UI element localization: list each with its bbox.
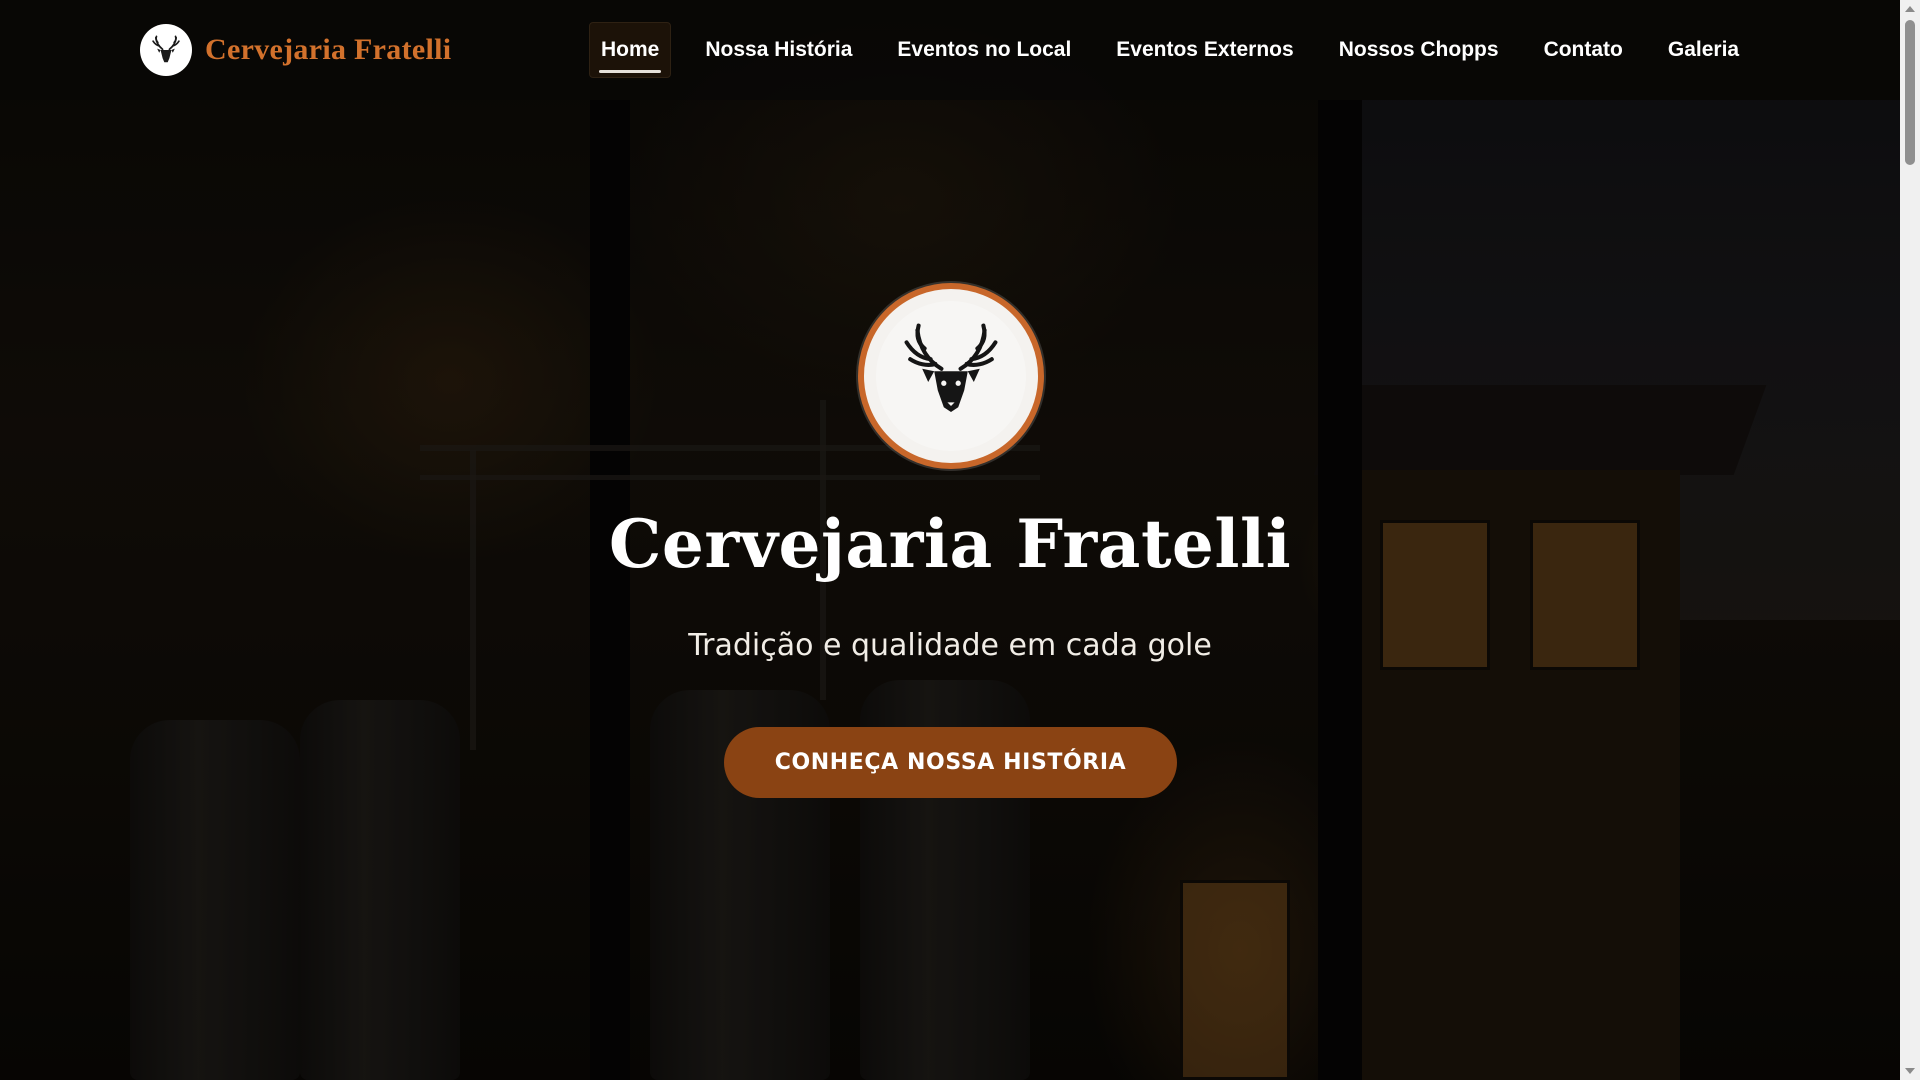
hero-section: Cervejaria Fratelli Tradição e qualidade… [0, 0, 1900, 1080]
hero-title: Cervejaria Fratelli [608, 505, 1292, 583]
deer-head-icon [876, 301, 1026, 451]
hero-subtitle: Tradição e qualidade em cada gole [688, 628, 1212, 663]
scroll-thumb[interactable] [1905, 20, 1915, 165]
hero-logo [858, 283, 1044, 469]
scroll-up-icon[interactable] [1905, 6, 1915, 12]
cta-button[interactable]: CONHEÇA NOSSA HISTÓRIA [724, 727, 1177, 798]
scroll-down-icon[interactable] [1905, 1068, 1915, 1074]
page-scrollbar[interactable] [1900, 0, 1920, 1080]
